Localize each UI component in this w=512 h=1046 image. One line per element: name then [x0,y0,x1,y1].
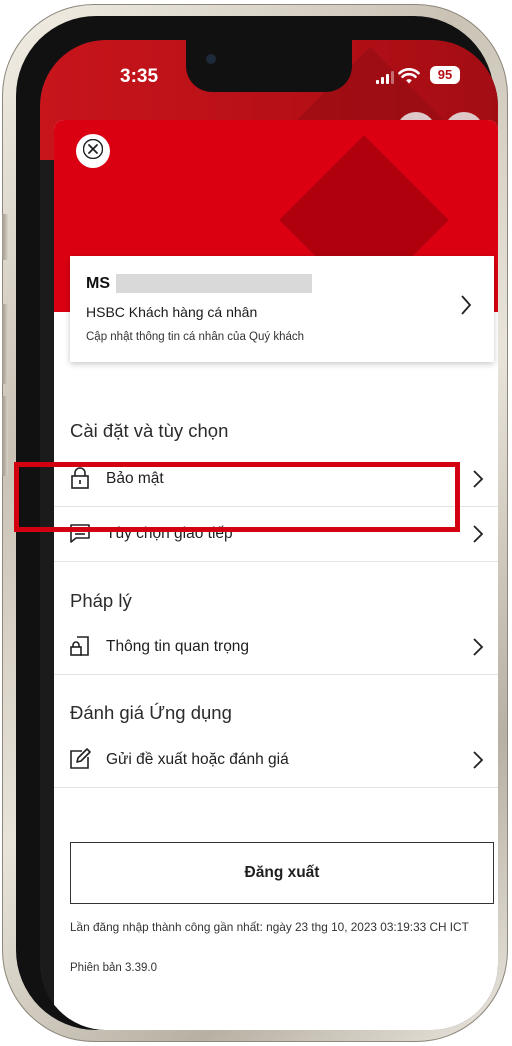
profile-sheet: MS HSBC Khách hàng cá nhân Cập nhật thôn… [54,120,498,1030]
menu-item-security[interactable]: Bảo mật [54,452,498,506]
chevron-right-icon [472,469,484,494]
wifi-icon [398,67,420,90]
notch [186,40,352,92]
signal-icon [376,70,394,84]
volume-down-button [2,396,8,476]
menu-item-communication-preferences[interactable]: Tùy chọn giao tiếp [54,507,498,561]
chevron-right-icon [472,637,484,662]
profile-segment: HSBC Khách hàng cá nhân [86,304,258,320]
section-title-app-rating: Đánh giá Ứng dụng [70,702,232,723]
profile-name-row: MS [86,274,312,293]
chevron-right-icon [472,750,484,775]
section-title-settings: Cài đặt và tùy chọn [70,420,229,441]
mute-switch [2,214,8,260]
phone-frame: 3:35 95 MS HSBC Khách hàng cá nhân Cập n… [2,4,508,1042]
message-icon [68,521,92,545]
front-camera [206,54,216,64]
lock-icon [68,466,92,490]
divider [54,787,498,788]
divider [54,674,498,675]
menu-item-label: Gửi đề xuất hoặc đánh giá [106,751,289,768]
phone-bezel: 3:35 95 MS HSBC Khách hàng cá nhân Cập n… [16,16,498,1030]
close-icon [82,138,104,164]
document-lock-icon [68,634,92,658]
close-button[interactable] [76,134,110,168]
menu-item-label: Thông tin quan trọng [106,638,250,655]
chevron-right-icon [472,524,484,549]
edit-icon [68,747,92,771]
menu-item-label: Tùy chọn giao tiếp [106,525,233,542]
screen: 3:35 95 MS HSBC Khách hàng cá nhân Cập n… [40,40,498,1030]
logout-button[interactable]: Đăng xuất [70,842,494,904]
divider [54,561,498,562]
battery-indicator: 95 [430,66,460,84]
chevron-right-icon [460,294,472,321]
menu-item-label: Bảo mật [106,470,164,487]
status-time: 3:35 [120,66,159,87]
menu-item-send-feedback[interactable]: Gửi đề xuất hoặc đánh giá [54,733,498,787]
profile-name-prefix: MS [86,274,110,292]
profile-update-hint: Cập nhật thông tin cá nhân của Quý khách [86,331,305,343]
profile-name-redacted [116,274,312,293]
section-title-legal: Pháp lý [70,590,132,611]
profile-card[interactable]: MS HSBC Khách hàng cá nhân Cập nhật thôn… [70,256,494,362]
menu-item-important-information[interactable]: Thông tin quan trọng [54,620,498,674]
app-version: Phiên bản 3.39.0 [70,962,157,974]
last-login-info: Lần đăng nhập thành công gần nhất: ngày … [70,920,469,934]
volume-up-button [2,304,8,384]
